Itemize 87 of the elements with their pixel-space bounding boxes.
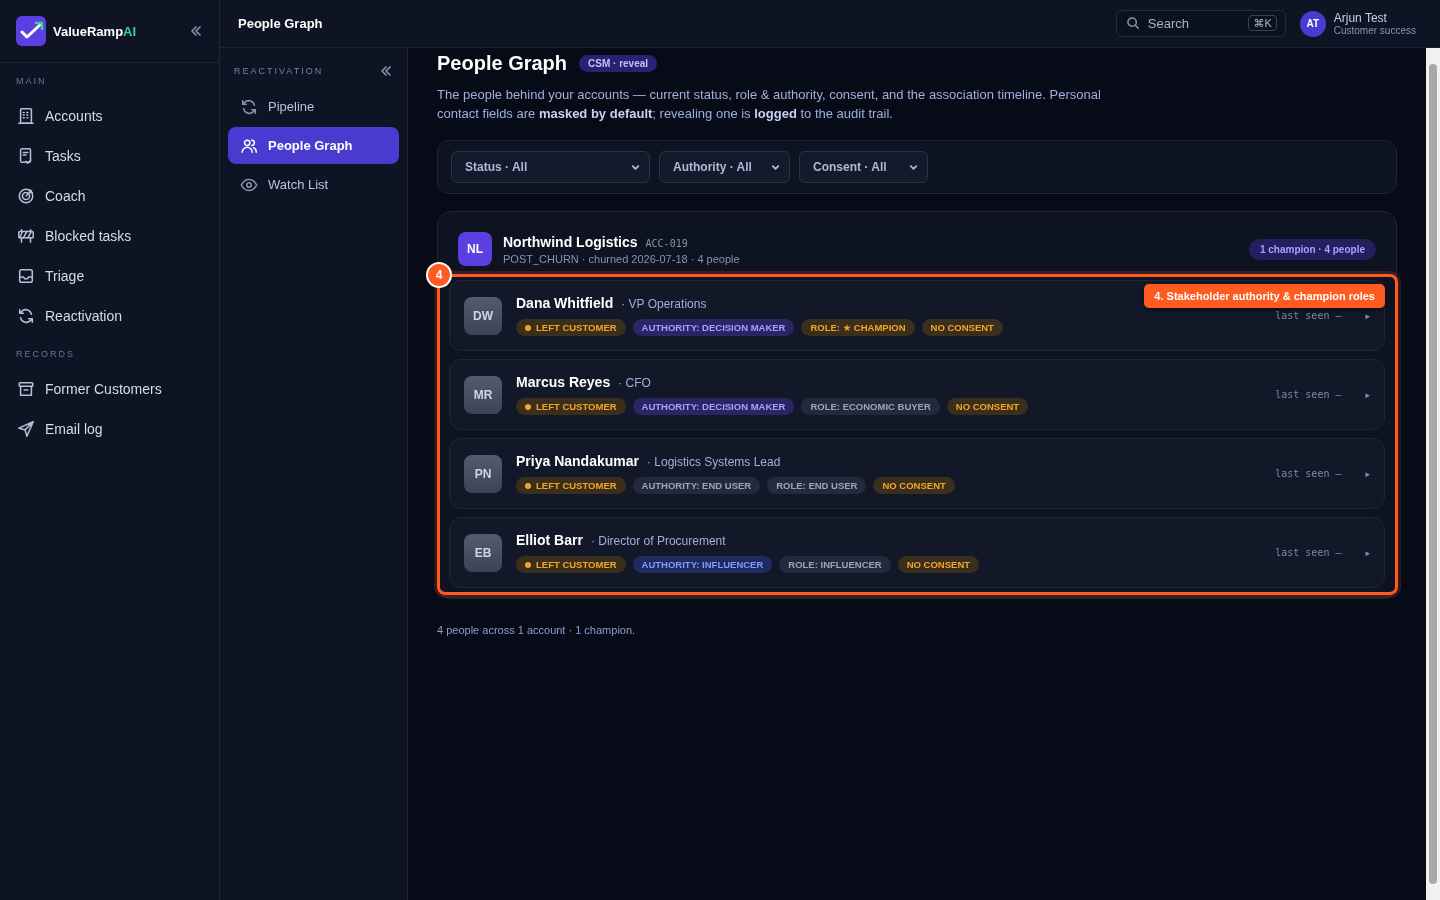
nav-item[interactable]: Watch List bbox=[228, 166, 399, 203]
person-avatar: PN bbox=[464, 454, 502, 493]
section-label: MAIN bbox=[15, 75, 48, 88]
page-heading: People Graph bbox=[437, 52, 568, 75]
person-name: Priya Nandakumar bbox=[516, 453, 639, 469]
person-title: · Logistics Systems Lead bbox=[646, 455, 781, 469]
role-badge: CSM · reveal bbox=[579, 55, 658, 72]
user-avatar: AT bbox=[1299, 10, 1326, 37]
person-row[interactable]: MR Marcus Reyes · CFO LEFT CUSTOMER AUTHORITY: DECISION MAKER ROLE: ECONOMIC BUYER NO CONSENT last seen — ▸ bbox=[449, 359, 1385, 430]
collapse-icon[interactable] bbox=[189, 24, 203, 38]
summary-badge: 1 champion · 4 people bbox=[1248, 238, 1376, 260]
summary-text: 4 people across 1 account · 1 champion. bbox=[437, 624, 637, 636]
status-tag: AUTHORITY: DECISION MAKER bbox=[632, 319, 795, 336]
nav-item[interactable]: Reactivation bbox=[0, 296, 219, 336]
nav-item[interactable]: Blocked tasks bbox=[0, 216, 219, 256]
status-tag: LEFT CUSTOMER bbox=[516, 398, 626, 415]
building-icon bbox=[17, 107, 35, 125]
account-name: Northwind Logistics bbox=[503, 233, 638, 250]
target-icon bbox=[17, 187, 35, 205]
expand-arrow[interactable]: ▸ bbox=[1365, 547, 1370, 558]
last-seen: last seen — bbox=[1275, 389, 1342, 400]
nav-item[interactable]: Accounts bbox=[0, 96, 219, 136]
logo-icon bbox=[16, 16, 46, 46]
expand-arrow[interactable]: ▸ bbox=[1365, 310, 1370, 321]
nav-item[interactable]: People Graph bbox=[228, 127, 399, 164]
last-seen: last seen — bbox=[1275, 310, 1342, 321]
status-tag: NO CONSENT bbox=[921, 319, 1003, 336]
account-avatar: NL bbox=[458, 232, 492, 266]
status-tag: ROLE: INFLUENCER bbox=[779, 556, 891, 573]
person-avatar: MR bbox=[464, 375, 502, 414]
status-tag: LEFT CUSTOMER bbox=[516, 556, 626, 573]
collapse-icon[interactable] bbox=[379, 64, 393, 78]
person-avatar: EB bbox=[464, 533, 502, 572]
brand-name: ValueRampAI bbox=[53, 23, 138, 39]
page-title: People Graph bbox=[238, 16, 323, 31]
account-meta: POST_CHURN · churned 2026-07-18 · 4 people bbox=[503, 252, 741, 265]
status-tag: NO CONSENT bbox=[946, 398, 1029, 415]
inbox-icon bbox=[17, 267, 35, 285]
section-label: REACTIVATION bbox=[234, 66, 324, 76]
nav-item[interactable]: Tasks bbox=[0, 136, 219, 176]
status-tag: AUTHORITY: DECISION MAKER bbox=[632, 398, 795, 415]
person-row[interactable]: PN Priya Nandakumar · Logistics Systems Lead LEFT CUSTOMER AUTHORITY: END USER ROLE: END USER NO CONSENT last seen — ▸ bbox=[449, 438, 1385, 509]
archive-icon bbox=[17, 380, 35, 398]
nav-item[interactable]: Coach bbox=[0, 176, 219, 216]
step-marker: 4 bbox=[426, 262, 452, 288]
person-title: · VP Operations bbox=[621, 297, 707, 311]
status-tag: ROLE: ECONOMIC BUYER bbox=[801, 398, 940, 415]
barrier-icon bbox=[17, 227, 35, 245]
status-tag: AUTHORITY: END USER bbox=[632, 477, 761, 494]
filter-dropdown[interactable]: Consent · All bbox=[799, 151, 928, 183]
send-icon bbox=[17, 420, 35, 438]
filter-dropdown[interactable]: Authority · All bbox=[659, 151, 790, 183]
status-tag: AUTHORITY: INFLUENCER bbox=[632, 556, 773, 573]
nav-item[interactable]: Triage bbox=[0, 256, 219, 296]
nav-item[interactable]: Email log bbox=[0, 409, 219, 449]
refresh-icon bbox=[17, 307, 35, 325]
scrollbar[interactable] bbox=[1426, 48, 1440, 900]
user-role: Customer success bbox=[1333, 25, 1416, 36]
people-icon bbox=[240, 136, 258, 155]
refresh-icon bbox=[240, 97, 258, 116]
last-seen: last seen — bbox=[1275, 547, 1342, 558]
callout-label: 4. Stakeholder authority & champion roles bbox=[1144, 284, 1385, 308]
person-row[interactable]: EB Elliot Barr · Director of Procurement LEFT CUSTOMER AUTHORITY: INFLUENCER ROLE: INFLUENCER NO CONSENT last seen — ▸ bbox=[449, 517, 1385, 588]
filter-dropdown[interactable]: Status · All bbox=[451, 151, 650, 183]
person-name: Dana Whitfield bbox=[516, 295, 614, 311]
user-name: Arjun Test bbox=[1333, 11, 1388, 25]
person-name: Marcus Reyes bbox=[516, 374, 611, 390]
last-seen: last seen — bbox=[1275, 468, 1342, 479]
shortcut-key: ⌘K bbox=[1248, 15, 1277, 31]
section-label: RECORDS bbox=[15, 348, 76, 361]
expand-arrow[interactable]: ▸ bbox=[1365, 468, 1370, 479]
nav-item[interactable]: Former Customers bbox=[0, 369, 219, 409]
person-title: · CFO bbox=[618, 376, 651, 390]
expand-arrow[interactable]: ▸ bbox=[1365, 389, 1370, 400]
person-name: Elliot Barr bbox=[516, 532, 583, 548]
status-tag: ROLE: END USER bbox=[767, 477, 867, 494]
account-id: ACC-019 bbox=[645, 237, 688, 249]
nav-item[interactable]: Pipeline bbox=[228, 88, 399, 125]
status-tag: NO CONSENT bbox=[897, 556, 980, 573]
person-title: · Director of Procurement bbox=[590, 534, 726, 548]
page-description: The people behind your accounts — current status, role & authority, consent, and the association timeline. Personal contact fields are masked by default; revealing one is logged to the audit trail. bbox=[437, 86, 1102, 123]
status-tag: NO CONSENT bbox=[873, 477, 955, 494]
person-avatar: DW bbox=[464, 296, 502, 335]
search-icon bbox=[1125, 16, 1140, 30]
status-tag: LEFT CUSTOMER bbox=[516, 477, 626, 494]
status-tag: ROLE: ★ CHAMPION bbox=[801, 319, 915, 336]
status-tag: LEFT CUSTOMER bbox=[516, 319, 626, 336]
